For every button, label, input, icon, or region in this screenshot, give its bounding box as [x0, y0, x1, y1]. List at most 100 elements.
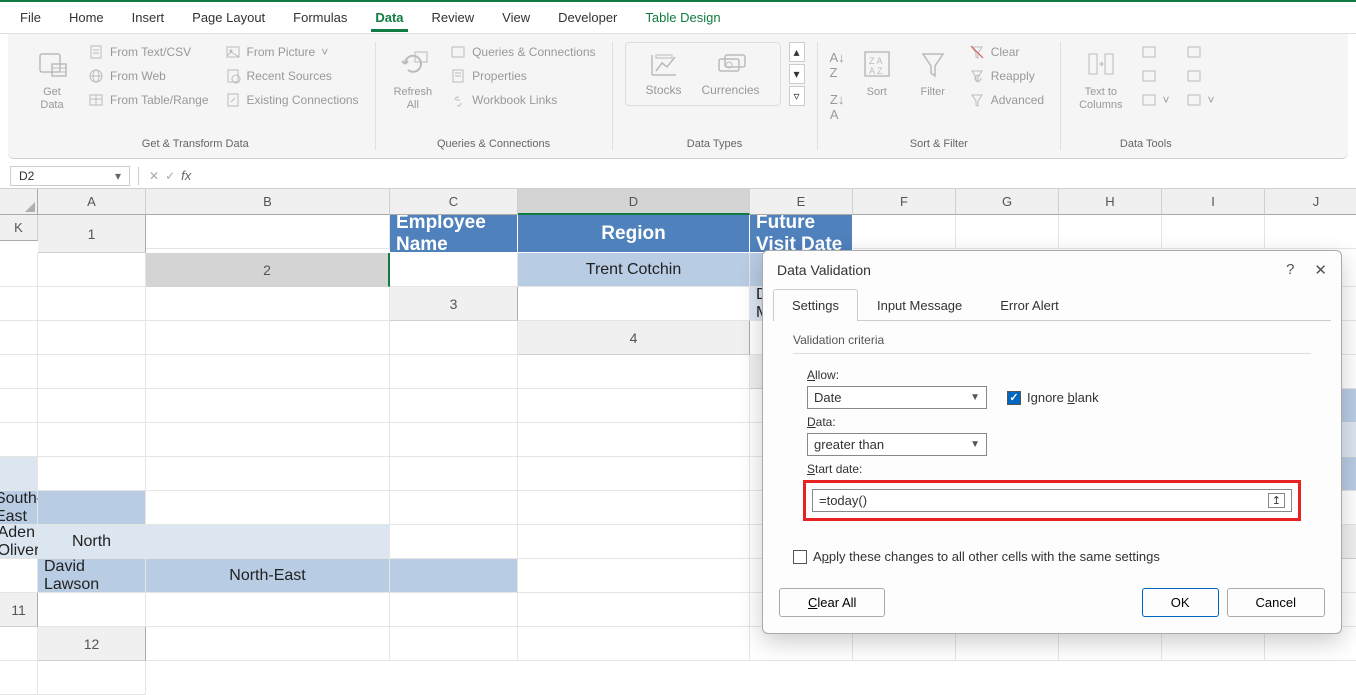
sort-desc-button[interactable]: Z↓A [830, 92, 844, 122]
cell[interactable] [0, 253, 38, 287]
from-picture-button[interactable]: From Picture ˅ [221, 42, 363, 62]
cell[interactable]: Future Visit Date [750, 215, 853, 253]
cell[interactable] [146, 525, 390, 559]
cell[interactable] [390, 593, 518, 627]
text-to-columns-button[interactable]: Text to Columns [1073, 42, 1128, 116]
row-header[interactable]: 12 [38, 627, 146, 661]
data-model-button[interactable]: ˅ [1182, 90, 1219, 110]
cell[interactable]: South-East [0, 491, 38, 525]
column-header[interactable]: A [38, 189, 146, 215]
column-header[interactable]: C [390, 189, 518, 215]
help-button[interactable]: ? [1286, 261, 1294, 279]
cell[interactable] [0, 287, 38, 321]
cell[interactable] [146, 355, 390, 389]
cell[interactable] [146, 287, 390, 321]
cell[interactable] [38, 491, 146, 525]
cell[interactable] [146, 423, 390, 457]
cell[interactable] [390, 457, 518, 491]
reapply-button[interactable]: Reapply [965, 66, 1048, 86]
cell[interactable] [390, 253, 518, 287]
cell[interactable] [0, 423, 38, 457]
cell[interactable]: Employee Name [390, 215, 518, 253]
tab-data[interactable]: Data [363, 4, 415, 31]
cell[interactable] [518, 525, 750, 559]
consolidate-button[interactable] [1182, 42, 1219, 62]
scroll-up-button[interactable]: ▴ [789, 42, 805, 62]
select-all-corner[interactable] [0, 189, 38, 215]
remove-dup-button[interactable] [1137, 66, 1174, 86]
cell[interactable]: North [38, 525, 146, 559]
cell[interactable] [518, 423, 750, 457]
column-header[interactable]: J [1265, 189, 1356, 215]
cell[interactable]: Trent Cotchin [518, 253, 750, 287]
row-header[interactable]: 4 [518, 321, 750, 355]
tab-page-layout[interactable]: Page Layout [180, 4, 277, 31]
refresh-all-button[interactable]: Refresh All [388, 42, 439, 116]
cell[interactable] [146, 389, 390, 423]
sort-asc-button[interactable]: A↓Z [830, 50, 845, 80]
accept-formula-icon[interactable]: ✓ [165, 169, 175, 183]
flash-fill-button[interactable] [1137, 42, 1174, 62]
tab-file[interactable]: File [8, 4, 53, 31]
cell[interactable] [146, 627, 390, 661]
clear-button[interactable]: Clear [965, 42, 1048, 62]
cell[interactable] [390, 355, 518, 389]
cell[interactable] [146, 321, 390, 355]
cell[interactable] [38, 287, 146, 321]
cell[interactable] [518, 627, 750, 661]
column-header[interactable]: F [853, 189, 956, 215]
cell[interactable] [390, 321, 518, 355]
close-button[interactable]: ✕ [1314, 261, 1327, 279]
tab-review[interactable]: Review [420, 4, 487, 31]
tab-error-alert[interactable]: Error Alert [981, 289, 1078, 321]
cell[interactable] [390, 559, 518, 593]
cell[interactable] [0, 321, 38, 355]
data-select[interactable]: greater than▼ [807, 433, 987, 456]
clear-all-button[interactable]: Clear All [779, 588, 885, 617]
from-text-csv-button[interactable]: From Text/CSV [84, 42, 213, 62]
cell[interactable] [0, 389, 38, 423]
cell[interactable] [1162, 215, 1265, 249]
existing-connections-button[interactable]: Existing Connections [221, 90, 363, 110]
cell[interactable] [0, 457, 38, 491]
cell[interactable] [390, 423, 518, 457]
cell[interactable] [518, 287, 750, 321]
filter-button[interactable]: Filter [909, 42, 957, 103]
cell[interactable] [146, 215, 390, 249]
cell[interactable] [390, 491, 518, 525]
cell[interactable] [390, 627, 518, 661]
cell[interactable] [38, 457, 146, 491]
tab-table-design[interactable]: Table Design [633, 4, 732, 31]
workbook-links-button[interactable]: Workbook Links [446, 90, 599, 110]
cell[interactable] [38, 355, 146, 389]
cell[interactable] [38, 423, 146, 457]
allow-select[interactable]: Date▼ [807, 386, 987, 409]
cell[interactable] [518, 389, 750, 423]
row-header[interactable]: 2 [146, 253, 390, 287]
start-date-input[interactable]: =today() ↥ [812, 489, 1292, 512]
tab-input-message[interactable]: Input Message [858, 289, 981, 321]
queries-button[interactable]: Queries & Connections [446, 42, 599, 62]
cell[interactable] [518, 559, 750, 593]
cell[interactable] [1265, 215, 1356, 249]
tab-settings[interactable]: Settings [773, 289, 858, 321]
formula-input[interactable] [197, 166, 1356, 185]
cell[interactable] [518, 457, 750, 491]
cell[interactable] [518, 355, 750, 389]
cell[interactable] [38, 321, 146, 355]
tab-formulas[interactable]: Formulas [281, 4, 359, 31]
cell[interactable] [1059, 215, 1162, 249]
cell[interactable] [0, 627, 38, 661]
cell[interactable] [146, 457, 390, 491]
tab-developer[interactable]: Developer [546, 4, 629, 31]
column-header[interactable]: K [0, 215, 38, 241]
get-data-button[interactable]: Get Data [28, 42, 76, 116]
ok-button[interactable]: OK [1142, 588, 1219, 617]
tab-insert[interactable]: Insert [120, 4, 177, 31]
properties-button[interactable]: Properties [446, 66, 599, 86]
column-header[interactable]: I [1162, 189, 1265, 215]
chevron-down-icon[interactable]: ▾ [115, 169, 121, 183]
column-header[interactable]: D [518, 189, 750, 215]
tab-home[interactable]: Home [57, 4, 116, 31]
stocks-button[interactable]: Stocks [646, 51, 682, 97]
